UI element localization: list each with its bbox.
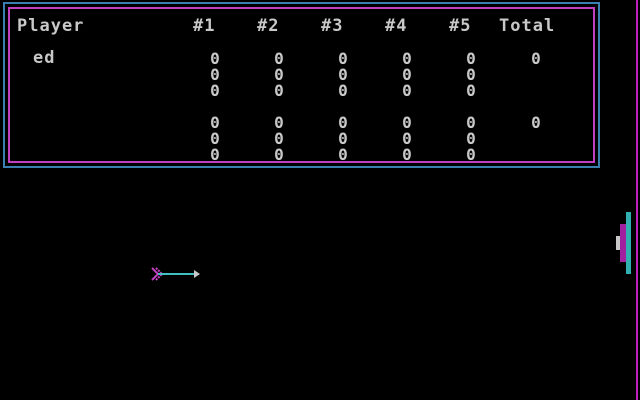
target-sprite bbox=[616, 212, 631, 274]
score-cell: 0 bbox=[210, 81, 220, 100]
header-end-2: #2 bbox=[257, 16, 280, 36]
score-column-end-1: 0 0 0 bbox=[200, 115, 230, 163]
score-column-end-4: 0 0 0 bbox=[392, 51, 422, 99]
score-cell: 0 bbox=[466, 145, 476, 164]
scoreboard: Player #1 #2 #3 #4 #5 Total ed 0 0 0 0 0… bbox=[3, 2, 600, 168]
header-end-1: #1 bbox=[193, 16, 216, 36]
target-center bbox=[616, 236, 620, 250]
arrow-head bbox=[194, 270, 200, 278]
score-cell: 0 bbox=[466, 81, 476, 100]
arrow-sprite bbox=[151, 267, 200, 281]
score-column-end-5: 0 0 0 bbox=[456, 115, 486, 163]
right-edge-line bbox=[636, 0, 638, 400]
total-score: 0 bbox=[531, 113, 541, 132]
score-cell: 0 bbox=[274, 145, 284, 164]
header-player: Player bbox=[17, 16, 85, 36]
target-face bbox=[620, 224, 626, 262]
header-total: Total bbox=[499, 16, 556, 36]
score-column-end-3: 0 0 0 bbox=[328, 51, 358, 99]
score-column-end-5: 0 0 0 bbox=[456, 51, 486, 99]
score-column-end-2: 0 0 0 bbox=[264, 51, 294, 99]
total-score: 0 bbox=[531, 49, 541, 68]
score-cell: 0 bbox=[338, 145, 348, 164]
score-cell: 0 bbox=[274, 81, 284, 100]
header-end-3: #3 bbox=[321, 16, 344, 36]
score-cell: 0 bbox=[210, 145, 220, 164]
player-name: ed bbox=[33, 48, 56, 68]
score-cell: 0 bbox=[338, 81, 348, 100]
score-column-end-2: 0 0 0 bbox=[264, 115, 294, 163]
score-cell: 0 bbox=[402, 145, 412, 164]
target-stand bbox=[626, 212, 631, 274]
score-column-end-4: 0 0 0 bbox=[392, 115, 422, 163]
score-cell: 0 bbox=[402, 81, 412, 100]
score-column-end-3: 0 0 0 bbox=[328, 115, 358, 163]
score-column-end-1: 0 0 0 bbox=[200, 51, 230, 99]
header-end-4: #4 bbox=[385, 16, 408, 36]
header-end-5: #5 bbox=[449, 16, 472, 36]
